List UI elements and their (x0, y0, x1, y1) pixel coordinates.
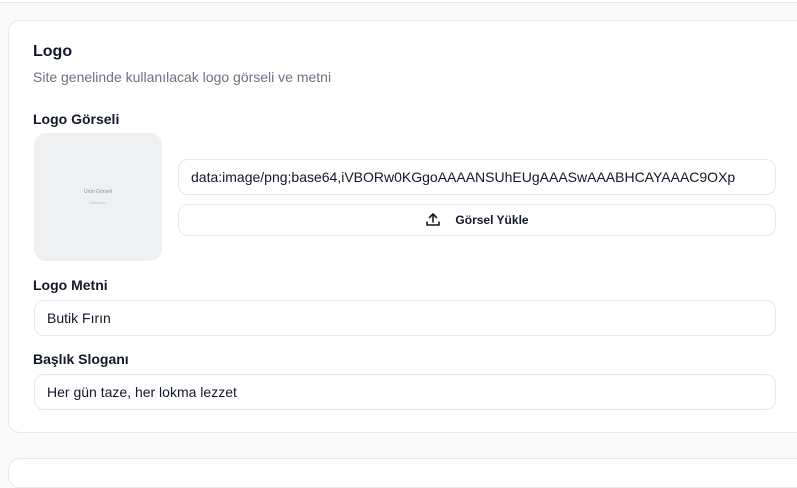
logo-text-input[interactable]: Butik Fırın (34, 300, 776, 336)
logo-image-label: Logo Görseli (33, 111, 120, 127)
preview-title: Ürün Görseli (83, 189, 113, 195)
slogan-value: Her gün taze, her lokma lezzet (47, 384, 237, 400)
next-card (8, 458, 797, 488)
logo-text-value: Butik Fırın (47, 310, 111, 326)
upload-image-button[interactable]: Görsel Yükle (178, 204, 776, 236)
previous-card (0, 0, 797, 3)
logo-text-label: Logo Metni (33, 277, 108, 293)
preview-subtitle: Yükleniyor... (88, 201, 108, 205)
logo-settings-card: Logo Site genelinde kullanılacak logo gö… (8, 20, 797, 433)
slogan-input[interactable]: Her gün taze, her lokma lezzet (34, 374, 776, 410)
logo-image-preview: Ürün Görseli Yükleniyor... (34, 133, 162, 261)
logo-image-url-input[interactable]: data:image/png;base64,iVBORw0KGgoAAAANSU… (178, 159, 776, 195)
section-description: Site genelinde kullanılacak logo görseli… (33, 69, 332, 85)
upload-icon (425, 212, 441, 228)
logo-image-url-value: data:image/png;base64,iVBORw0KGgoAAAANSU… (191, 169, 736, 185)
upload-button-label: Görsel Yükle (455, 213, 529, 227)
slogan-label: Başlık Sloganı (33, 351, 129, 367)
section-title: Logo (33, 43, 73, 60)
